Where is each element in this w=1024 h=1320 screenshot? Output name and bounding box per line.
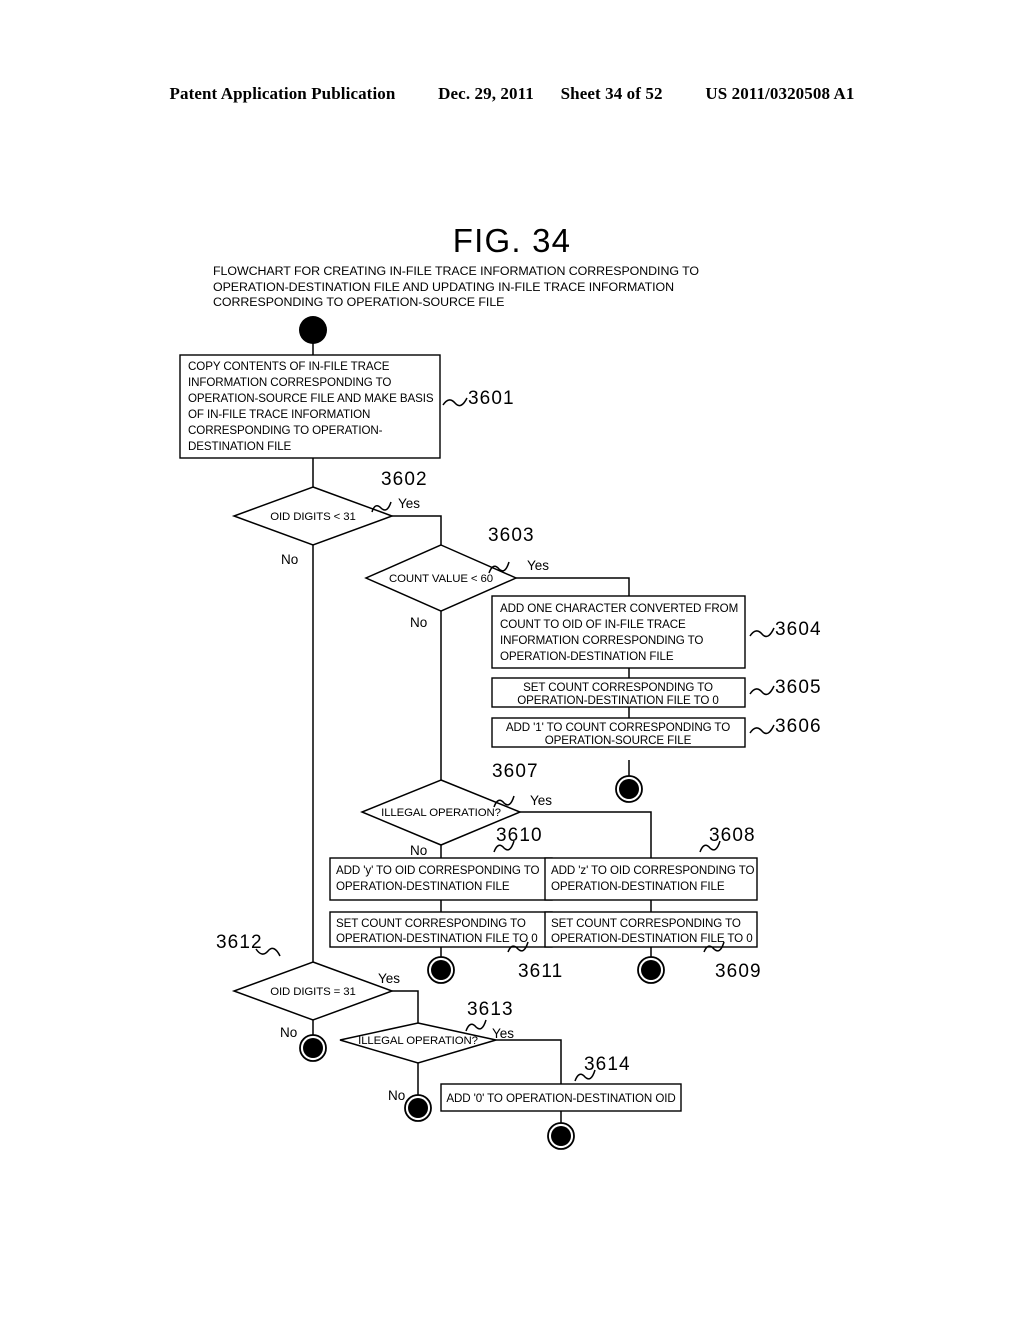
process-box-3606[interactable]: ADD '1' TO COUNT CORRESPONDING TO OPERAT… [491, 717, 746, 748]
ref-label-3606: 3606 [775, 716, 822, 737]
ref-label-3608: 3608 [709, 825, 756, 846]
process-box-3604-line-3: INFORMATION CORRESPONDING TO [500, 634, 703, 647]
branch-3613-yes: Yes [492, 1026, 514, 1041]
process-box-3604-line-2: COUNT TO OID OF IN-FILE TRACE [500, 618, 686, 631]
process-box-3601[interactable]: COPY CONTENTS OF IN-FILE TRACE INFORMATI… [179, 354, 441, 459]
flowchart-diagram: COPY CONTENTS OF IN-FILE TRACE INFORMATI… [179, 316, 822, 1150]
branch-3603-no: No [410, 615, 427, 630]
end-terminator-a [615, 775, 643, 803]
edge-3613-yes-to-3614 [496, 1039, 562, 1084]
process-box-3608-line-2: OPERATION-DESTINATION FILE [551, 880, 725, 893]
process-box-3608-line-1: ADD 'z' TO OID CORRESPONDING TO [551, 864, 754, 877]
branch-3612-no: No [280, 1025, 297, 1040]
process-box-3604[interactable]: ADD ONE CHARACTER CONVERTED FROM COUNT T… [491, 595, 746, 669]
decision-3602[interactable]: OID DIGITS < 31 [231, 486, 395, 546]
process-box-3611-line-1: SET COUNT CORRESPONDING TO [336, 917, 526, 930]
process-box-3614-line-1: ADD '0' TO OPERATION-DESTINATION OID [446, 1092, 675, 1105]
process-box-3606-line-2: OPERATION-SOURCE FILE [545, 734, 692, 747]
process-box-3601-line-6: DESTINATION FILE [188, 440, 292, 453]
process-box-3614[interactable]: ADD '0' TO OPERATION-DESTINATION OID [440, 1083, 682, 1112]
process-box-3604-line-4: OPERATION-DESTINATION FILE [500, 650, 674, 663]
decision-3602-label: OID DIGITS < 31 [270, 511, 356, 523]
process-box-3610[interactable]: ADD 'y' TO OID CORRESPONDING TO OPERATIO… [329, 857, 553, 901]
edge-3612-yes-to-3613 [392, 990, 419, 1023]
process-box-3601-line-1: COPY CONTENTS OF IN-FILE TRACE [188, 360, 390, 373]
branch-3607-yes: Yes [530, 793, 552, 808]
ref-label-3609: 3609 [715, 961, 762, 982]
process-box-3608[interactable]: ADD 'z' TO OID CORRESPONDING TO OPERATIO… [544, 857, 758, 901]
patent-page: Patent Application Publication Dec. 29, … [0, 0, 1024, 1320]
process-box-3605[interactable]: SET COUNT CORRESPONDING TO OPERATION-DES… [491, 677, 746, 708]
end-terminator-d [299, 1034, 327, 1062]
leader-3613 [465, 1019, 487, 1032]
decision-3612[interactable]: OID DIGITS = 31 [231, 961, 395, 1021]
ref-label-3613: 3613 [467, 999, 514, 1020]
leader-3606 [749, 724, 775, 735]
ref-label-3611: 3611 [518, 961, 563, 982]
process-box-3601-line-3: OPERATION-SOURCE FILE AND MAKE BASIS [188, 392, 434, 405]
process-box-3610-line-2: OPERATION-DESTINATION FILE [336, 880, 510, 893]
process-box-3609-line-2: OPERATION-DESTINATION FILE TO 0 [551, 932, 753, 945]
process-box-3601-line-5: CORRESPONDING TO OPERATION- [188, 424, 383, 437]
branch-3613-no: No [388, 1088, 405, 1103]
leader-3604 [749, 627, 775, 638]
start-terminator [299, 316, 327, 344]
leader-3601 [442, 397, 468, 407]
end-terminator-c [427, 956, 455, 984]
ref-label-3602: 3602 [381, 469, 428, 490]
decision-3613-label: ILLEGAL OPERATION? [358, 1035, 478, 1047]
process-box-3611[interactable]: SET COUNT CORRESPONDING TO OPERATION-DES… [329, 911, 553, 948]
decision-3607-label: ILLEGAL OPERATION? [381, 807, 501, 819]
branch-3612-yes: Yes [378, 971, 400, 986]
end-terminator-f [547, 1122, 575, 1150]
decision-3613[interactable]: ILLEGAL OPERATION? [339, 1022, 497, 1064]
branch-3602-no: No [281, 552, 298, 567]
edge-3603-yes-to-3604 [516, 577, 630, 596]
process-box-3606-line-1: ADD '1' TO COUNT CORRESPONDING TO [506, 721, 730, 734]
ref-label-3604: 3604 [775, 619, 822, 640]
ref-label-3614: 3614 [584, 1054, 631, 1075]
ref-label-3610: 3610 [496, 825, 543, 846]
decision-3603-label: COUNT VALUE < 60 [389, 573, 493, 585]
edge-3602-yes-to-3603 [392, 515, 442, 545]
ref-label-3603: 3603 [488, 525, 535, 546]
ref-label-3607: 3607 [492, 761, 539, 782]
end-terminator-b [637, 956, 665, 984]
end-terminator-e [404, 1094, 432, 1122]
branch-3607-no: No [410, 843, 427, 858]
process-box-3609[interactable]: SET COUNT CORRESPONDING TO OPERATION-DES… [544, 911, 758, 948]
process-box-3604-line-1: ADD ONE CHARACTER CONVERTED FROM [500, 602, 738, 615]
process-box-3611-line-2: OPERATION-DESTINATION FILE TO 0 [336, 932, 538, 945]
ref-label-3612: 3612 [216, 932, 263, 953]
process-box-3601-line-2: INFORMATION CORRESPONDING TO [188, 376, 391, 389]
process-box-3601-line-4: OF IN-FILE TRACE INFORMATION [188, 408, 370, 421]
process-box-3610-line-1: ADD 'y' TO OID CORRESPONDING TO [336, 864, 539, 877]
process-box-3605-line-1: SET COUNT CORRESPONDING TO [523, 681, 713, 694]
decision-3612-label: OID DIGITS = 31 [270, 986, 356, 998]
leader-3605 [749, 685, 775, 696]
ref-label-3605: 3605 [775, 677, 822, 698]
branch-3603-yes: Yes [527, 558, 549, 573]
ref-label-3601: 3601 [468, 388, 515, 409]
branch-3602-yes: Yes [398, 496, 420, 511]
process-box-3609-line-1: SET COUNT CORRESPONDING TO [551, 917, 741, 930]
process-box-3605-line-2: OPERATION-DESTINATION FILE TO 0 [517, 694, 719, 707]
